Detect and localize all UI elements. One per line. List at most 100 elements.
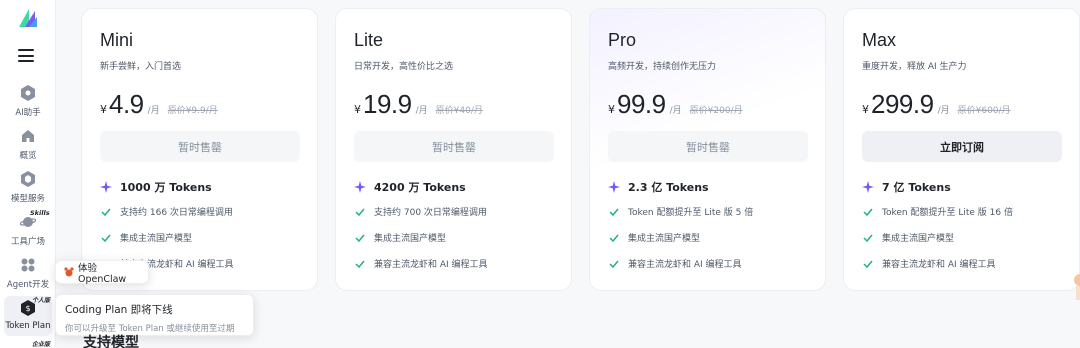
- feature-item: Token 配额提升至 Lite 版 5 倍: [608, 205, 753, 218]
- sidebar-item-agent-dev[interactable]: Agent开发: [0, 256, 56, 298]
- token-quota: 4200 万 Tokens: [354, 179, 466, 195]
- supported-models-heading: 支持模型: [83, 335, 139, 348]
- hexagon-icon: [19, 170, 37, 188]
- sidebar-item-label: Token Plan: [5, 321, 51, 331]
- check-icon: [100, 232, 112, 244]
- sidebar-item-overview[interactable]: 概览: [0, 127, 56, 169]
- sparkle-icon: [862, 181, 874, 193]
- menu-toggle-icon[interactable]: [18, 49, 34, 63]
- price-unit: /月: [415, 106, 428, 116]
- sidebar-item-label: AI助手: [15, 108, 41, 118]
- sidebar-item-model-service[interactable]: 模型服务: [0, 170, 56, 212]
- sidebar-item-ai-assistant[interactable]: AI助手: [0, 84, 56, 126]
- currency-symbol: ¥: [354, 103, 361, 116]
- sold-out-button[interactable]: 暂时售罄: [608, 131, 808, 162]
- plan-card-lite: Lite 日常开发，高性价比之选 ¥ 19.9 /月 原价¥40/月 暂时售罄 …: [335, 8, 572, 291]
- price-unit: /月: [669, 106, 682, 116]
- sparkle-icon: [608, 181, 620, 193]
- price-row: ¥ 19.9 /月 原价¥40/月: [354, 89, 483, 120]
- feature-text: 集成主流国产模型: [374, 234, 447, 244]
- sparkle-icon: [100, 181, 112, 193]
- feature-item: 支持约 700 次日常编程调用: [354, 205, 487, 218]
- subscribe-button[interactable]: 立即订阅: [862, 131, 1062, 162]
- plan-name: Lite: [354, 30, 384, 50]
- token-quota-text: 1000 万 Tokens: [120, 181, 212, 194]
- plan-subtitle: 新手尝鲜，入门首选: [100, 62, 182, 72]
- price-unit: /月: [937, 106, 950, 116]
- feature-text: 支持约 700 次日常编程调用: [374, 208, 487, 218]
- plan-subtitle: 高频开发，持续创作无压力: [608, 62, 717, 72]
- original-price: 原价¥9.9/月: [167, 106, 218, 116]
- feature-text: 集成主流国产模型: [882, 234, 955, 244]
- check-icon: [354, 232, 366, 244]
- feature-text: 集成主流国产模型: [628, 234, 701, 244]
- token-quota-text: 7 亿 Tokens: [882, 181, 951, 194]
- check-icon: [862, 206, 874, 218]
- check-icon: [608, 232, 620, 244]
- feature-item: 集成主流国产模型: [100, 231, 192, 244]
- feature-item: 兼容主流龙虾和 AI 编程工具: [354, 257, 488, 270]
- feature-item: 集成主流国产模型: [354, 231, 446, 244]
- feature-item: Token 配额提升至 Lite 版 16 倍: [862, 205, 1013, 218]
- original-price: 原价¥200/月: [689, 106, 743, 116]
- skills-tag: Skills: [30, 209, 50, 217]
- enterprise-edition-tag: 企业版: [32, 341, 51, 348]
- token-quota-text: 4200 万 Tokens: [374, 181, 466, 194]
- check-icon: [608, 258, 620, 270]
- feature-text: Token 配额提升至 Lite 版 16 倍: [882, 208, 1013, 218]
- feature-item: 兼容主流龙虾和 AI 编程工具: [862, 257, 996, 270]
- openclaw-popup[interactable]: 体验 OpenClaw: [55, 260, 149, 285]
- sold-out-button[interactable]: 暂时售罄: [354, 131, 554, 162]
- sidebar-item-tool-market[interactable]: 工具广场: [0, 213, 56, 255]
- feature-text: Token 配额提升至 Lite 版 5 倍: [628, 208, 754, 218]
- token-quota: 2.3 亿 Tokens: [608, 179, 709, 195]
- svg-text:$: $: [25, 304, 30, 313]
- check-icon: [100, 206, 112, 218]
- price-row: ¥ 299.9 /月 原价¥600/月: [862, 89, 1011, 120]
- sidebar-item-label: 模型服务: [10, 194, 45, 204]
- plan-card-max: Max 重度开发，释放 AI 生产力 ¥ 299.9 /月 原价¥600/月 立…: [843, 8, 1080, 291]
- home-icon: [19, 127, 37, 145]
- plan-subtitle: 日常开发，高性价比之选: [354, 62, 454, 72]
- feature-item: 集成主流国产模型: [608, 231, 700, 244]
- plan-name: Pro: [608, 30, 637, 50]
- feature-text: 支持约 166 次日常编程调用: [120, 208, 233, 218]
- sparkle-icon: [354, 181, 366, 193]
- plan-card-pro: Pro 高频开发，持续创作无压力 ¥ 99.9 /月 原价¥200/月 暂时售罄…: [589, 8, 826, 291]
- grid-icon: [19, 256, 37, 274]
- currency-symbol: ¥: [100, 103, 107, 116]
- check-icon: [862, 232, 874, 244]
- sidebar-item-label: 工具广场: [10, 237, 45, 247]
- check-icon: [862, 258, 874, 270]
- token-quota-text: 2.3 亿 Tokens: [628, 181, 709, 194]
- feature-text: 兼容主流龙虾和 AI 编程工具: [628, 260, 742, 270]
- sidebar: AI助手 概览 模型服务 工具广场 Skills Agent开发 $ Token…: [0, 0, 56, 348]
- hexagon-icon: [19, 84, 37, 102]
- currency-symbol: ¥: [608, 103, 615, 116]
- price-row: ¥ 4.9 /月 原价¥9.9/月: [100, 89, 218, 120]
- token-quota: 7 亿 Tokens: [862, 179, 951, 195]
- lobster-icon: [64, 267, 74, 277]
- price-row: ¥ 99.9 /月 原价¥200/月: [608, 89, 743, 120]
- personal-edition-tag: 个人版: [32, 297, 51, 304]
- mascot-icon: [1074, 274, 1080, 300]
- sold-out-button[interactable]: 暂时售罄: [100, 131, 300, 162]
- sidebar-item-label: 概览: [19, 151, 37, 161]
- check-icon: [354, 206, 366, 218]
- app-logo-icon[interactable]: [17, 7, 39, 29]
- plan-card-mini: Mini 新手尝鲜，入门首选 ¥ 4.9 /月 原价¥9.9/月 暂时售罄 10…: [81, 8, 318, 291]
- currency-symbol: ¥: [862, 103, 869, 116]
- feature-text: 兼容主流龙虾和 AI 编程工具: [882, 260, 996, 270]
- openclaw-label: 体验 OpenClaw: [77, 262, 127, 285]
- plan-price: 299.9: [871, 89, 934, 119]
- feature-item: 支持约 166 次日常编程调用: [100, 205, 233, 218]
- plan-price: 19.9: [363, 89, 412, 119]
- original-price: 原价¥600/月: [957, 106, 1011, 116]
- plan-subtitle: 重度开发，释放 AI 生产力: [862, 62, 967, 72]
- feature-text: 集成主流国产模型: [120, 234, 193, 244]
- notice-title: Coding Plan 即将下线: [65, 304, 173, 316]
- plan-name: Mini: [100, 30, 134, 50]
- plan-name: Max: [862, 30, 897, 50]
- coding-plan-notice[interactable]: Coding Plan 即将下线 你可以升级至 Token Plan 或继续使用…: [55, 294, 254, 336]
- token-quota: 1000 万 Tokens: [100, 179, 212, 195]
